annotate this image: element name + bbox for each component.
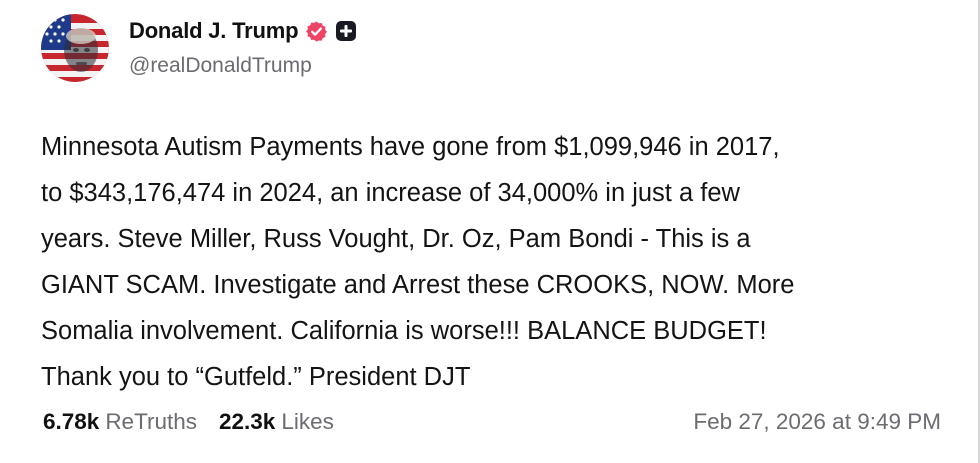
retruths-count[interactable]: 6.78k <box>43 409 99 435</box>
verified-badge-icon <box>306 20 328 42</box>
name-row: Donald J. Trump <box>129 16 357 46</box>
post-timestamp[interactable]: Feb 27, 2026 at 9:49 PM <box>693 409 941 435</box>
author-display-name[interactable]: Donald J. Trump <box>129 18 299 44</box>
post-header: Donald J. Trump @realDonaldTrump <box>41 14 357 82</box>
author-handle[interactable]: @realDonaldTrump <box>129 54 357 78</box>
likes-count[interactable]: 22.3k <box>219 409 275 435</box>
post-card: Donald J. Trump @realDonaldTrump Minneso… <box>0 0 980 463</box>
plus-badge-icon <box>336 21 357 41</box>
retruths-label[interactable]: ReTruths <box>105 409 197 435</box>
author-names: Donald J. Trump @realDonaldTrump <box>129 16 357 78</box>
post-footer: 6.78k ReTruths 22.3k Likes Feb 27, 2026 … <box>43 409 941 435</box>
flag-portrait-avatar-icon <box>41 14 109 82</box>
avatar[interactable] <box>41 14 109 82</box>
likes-label[interactable]: Likes <box>281 409 334 435</box>
post-text: Minnesota Autism Payments have gone from… <box>41 133 795 391</box>
